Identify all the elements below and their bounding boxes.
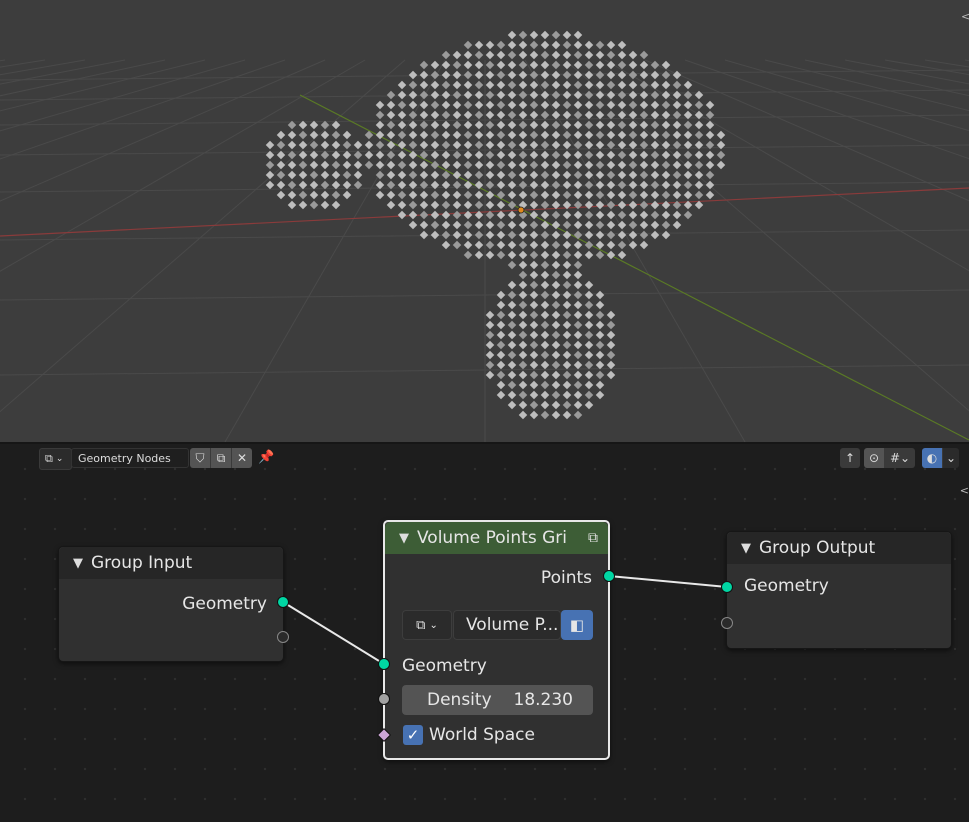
points-output-socket[interactable] bbox=[603, 570, 615, 582]
chevron-down-icon[interactable]: ▼ bbox=[399, 531, 409, 546]
suzanne-point-cloud bbox=[265, 30, 726, 420]
link-groupinput-to-volume bbox=[282, 601, 385, 665]
viewport-scene bbox=[0, 30, 969, 442]
density-label: Density bbox=[427, 690, 492, 710]
geometry-input-socket[interactable] bbox=[721, 581, 733, 593]
object-origin bbox=[517, 206, 525, 214]
group-output-node[interactable]: ▼ Group Output Geometry bbox=[726, 531, 952, 649]
node-header[interactable]: ▼ Volume Points Gri ⧉ bbox=[385, 522, 608, 554]
chevron-down-icon: ⌄ bbox=[429, 619, 438, 631]
volume-points-grid-node[interactable]: ▼ Volume Points Gri ⧉ Points ⧉ ⌄ Volume … bbox=[383, 520, 610, 760]
density-field[interactable]: Density 18.230 bbox=[402, 685, 593, 715]
empty-input-socket[interactable] bbox=[721, 617, 733, 629]
geometry-input-socket[interactable] bbox=[378, 658, 390, 670]
fake-user-icon[interactable]: ◧ bbox=[561, 610, 593, 640]
output-points-label: Points bbox=[540, 568, 592, 588]
sidebar-toggle-arrow-icon[interactable]: < bbox=[961, 10, 969, 28]
node-header[interactable]: ▼ Group Input bbox=[59, 547, 283, 579]
node-editor[interactable]: ⧉ ⌄ Geometry Nodes ⛉ ⧉ ✕ 📌 ↑ ⊙ #⌄ ◐ ⌄ < … bbox=[0, 444, 969, 822]
world-space-checkbox[interactable]: ✓ bbox=[403, 725, 423, 745]
link-volume-to-groupoutput bbox=[608, 575, 728, 588]
node-title: Group Output bbox=[759, 538, 876, 558]
3d-viewport[interactable]: < bbox=[0, 0, 969, 442]
node-title: Group Input bbox=[91, 553, 193, 573]
input-geometry-label: Geometry bbox=[402, 656, 487, 676]
node-title: Volume Points Gri bbox=[417, 528, 567, 548]
geometry-output-socket[interactable] bbox=[277, 596, 289, 608]
node-group-icon: ⧉ bbox=[588, 530, 598, 546]
output-geometry-label: Geometry bbox=[182, 594, 267, 614]
density-input-socket[interactable] bbox=[378, 693, 390, 705]
empty-output-socket[interactable] bbox=[277, 631, 289, 643]
chevron-down-icon[interactable]: ▼ bbox=[741, 541, 751, 556]
density-value: 18.230 bbox=[513, 690, 573, 710]
node-tree-icon: ⧉ bbox=[416, 617, 426, 633]
datablock-name-field[interactable]: Volume P... bbox=[453, 610, 561, 640]
chevron-down-icon[interactable]: ▼ bbox=[73, 556, 83, 571]
viewport-grid bbox=[0, 59, 969, 442]
group-input-node[interactable]: ▼ Group Input Geometry bbox=[58, 546, 284, 662]
node-header[interactable]: ▼ Group Output bbox=[727, 532, 951, 564]
datablock-browse-dropdown[interactable]: ⧉ ⌄ bbox=[402, 610, 452, 640]
input-geometry-label: Geometry bbox=[744, 576, 829, 596]
world-space-label: World Space bbox=[429, 725, 535, 745]
